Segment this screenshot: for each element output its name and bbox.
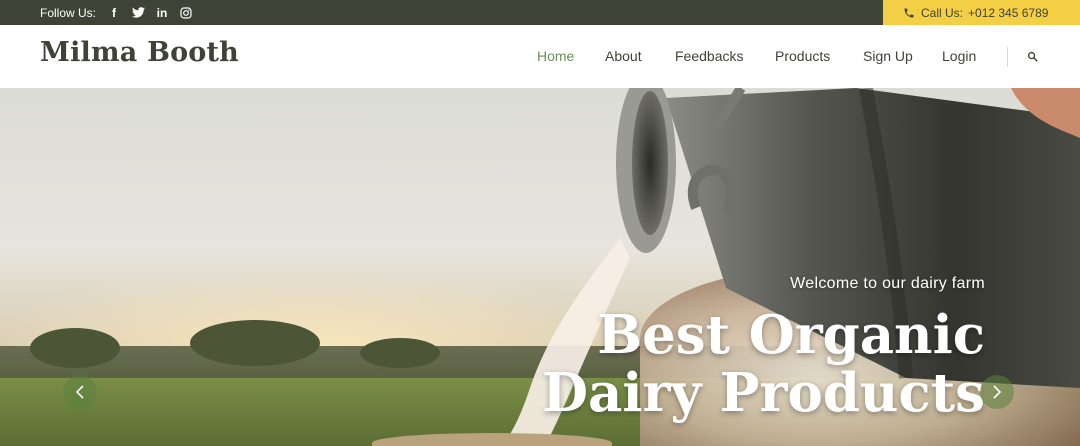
phone-number[interactable]: +012 345 6789 bbox=[968, 6, 1048, 20]
hero-bowl-image bbox=[372, 433, 612, 446]
hero-subtitle: Welcome to our dairy farm bbox=[790, 275, 985, 292]
nav-login[interactable]: Login bbox=[942, 48, 976, 64]
follow-us-label: Follow Us: bbox=[40, 5, 97, 20]
instagram-icon[interactable] bbox=[174, 0, 198, 25]
facebook-icon[interactable]: f bbox=[102, 0, 126, 25]
hero-title-line-2: Dairy Products bbox=[542, 362, 985, 424]
navbar: Milma Booth Home About Feedbacks Product… bbox=[0, 25, 1080, 88]
nav-divider bbox=[1007, 47, 1008, 67]
hero-carousel: Welcome to our dairy farm Best Organic D… bbox=[0, 88, 1080, 446]
hero-title: Best Organic Dairy Products bbox=[440, 306, 985, 422]
search-icon[interactable] bbox=[1027, 51, 1038, 62]
nav-home[interactable]: Home bbox=[537, 48, 574, 64]
hero-background-tree bbox=[30, 328, 120, 368]
chevron-right-icon bbox=[993, 385, 1002, 399]
hero-background-tree bbox=[360, 338, 440, 368]
nav-feedbacks[interactable]: Feedbacks bbox=[675, 48, 743, 64]
top-bar: Follow Us: f in Call Us: +012 345 6789 bbox=[0, 0, 1080, 25]
call-us-label: Call Us: bbox=[921, 5, 964, 20]
twitter-icon[interactable] bbox=[126, 0, 150, 25]
phone-icon bbox=[903, 7, 915, 19]
nav-about[interactable]: About bbox=[605, 48, 642, 64]
call-us-box: Call Us: +012 345 6789 bbox=[883, 0, 1080, 25]
social-links: Follow Us: f in bbox=[40, 0, 198, 25]
linkedin-icon[interactable]: in bbox=[150, 0, 174, 25]
chevron-left-icon bbox=[75, 385, 84, 399]
carousel-next-button[interactable] bbox=[980, 375, 1014, 409]
hero-title-line-1: Best Organic bbox=[597, 304, 985, 366]
carousel-prev-button[interactable] bbox=[63, 375, 97, 409]
nav-products[interactable]: Products bbox=[775, 48, 830, 64]
nav-sign-up[interactable]: Sign Up bbox=[863, 48, 913, 64]
hero-background-tree bbox=[190, 320, 320, 366]
brand-logo[interactable]: Milma Booth bbox=[40, 37, 239, 68]
